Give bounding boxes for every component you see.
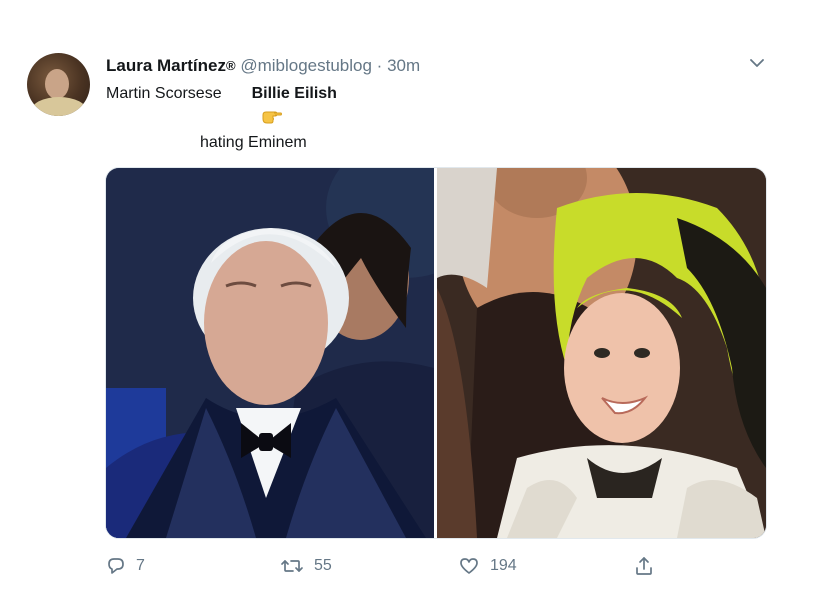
retweet-button[interactable]: 55 — [280, 552, 332, 580]
retweet-count: 55 — [314, 557, 332, 574]
tweet-text-line1: Martin Scorsese Billie Eilish — [106, 83, 337, 105]
chevron-down-icon[interactable] — [748, 54, 766, 72]
label-scorsese: Martin Scorsese — [106, 85, 222, 102]
author-name[interactable]: Laura Martínez — [106, 56, 226, 75]
tweet-header: Laura Martínez® @miblogestublog · 30m — [106, 55, 420, 77]
heart-icon — [458, 556, 480, 576]
tweet-media[interactable] — [105, 167, 767, 539]
reply-icon — [106, 556, 126, 576]
reply-button[interactable]: 7 — [106, 552, 145, 580]
author-handle[interactable]: @miblogestublog — [240, 56, 372, 75]
pointing-hand-emoji — [261, 106, 283, 126]
separator-dot: · — [376, 56, 383, 75]
label-billie: Billie Eilish — [251, 85, 337, 102]
retweet-icon — [280, 556, 304, 576]
share-icon — [634, 555, 654, 577]
photo-billie[interactable] — [437, 168, 766, 538]
like-count: 194 — [490, 557, 517, 574]
tweet-text-line2: hating Eminem — [200, 134, 307, 151]
tweet-timestamp[interactable]: 30m — [387, 56, 420, 75]
avatar-face — [45, 69, 69, 99]
author-badge: ® — [225, 58, 236, 73]
tweet-actions: 7 55 194 — [0, 552, 818, 580]
photo-scorsese[interactable] — [106, 168, 434, 538]
tweet: Laura Martínez® @miblogestublog · 30m Ma… — [0, 0, 818, 614]
reply-count: 7 — [136, 557, 145, 574]
avatar[interactable] — [27, 53, 90, 116]
avatar-shoulder — [31, 97, 87, 116]
like-button[interactable]: 194 — [458, 552, 517, 580]
share-button[interactable] — [634, 552, 654, 580]
